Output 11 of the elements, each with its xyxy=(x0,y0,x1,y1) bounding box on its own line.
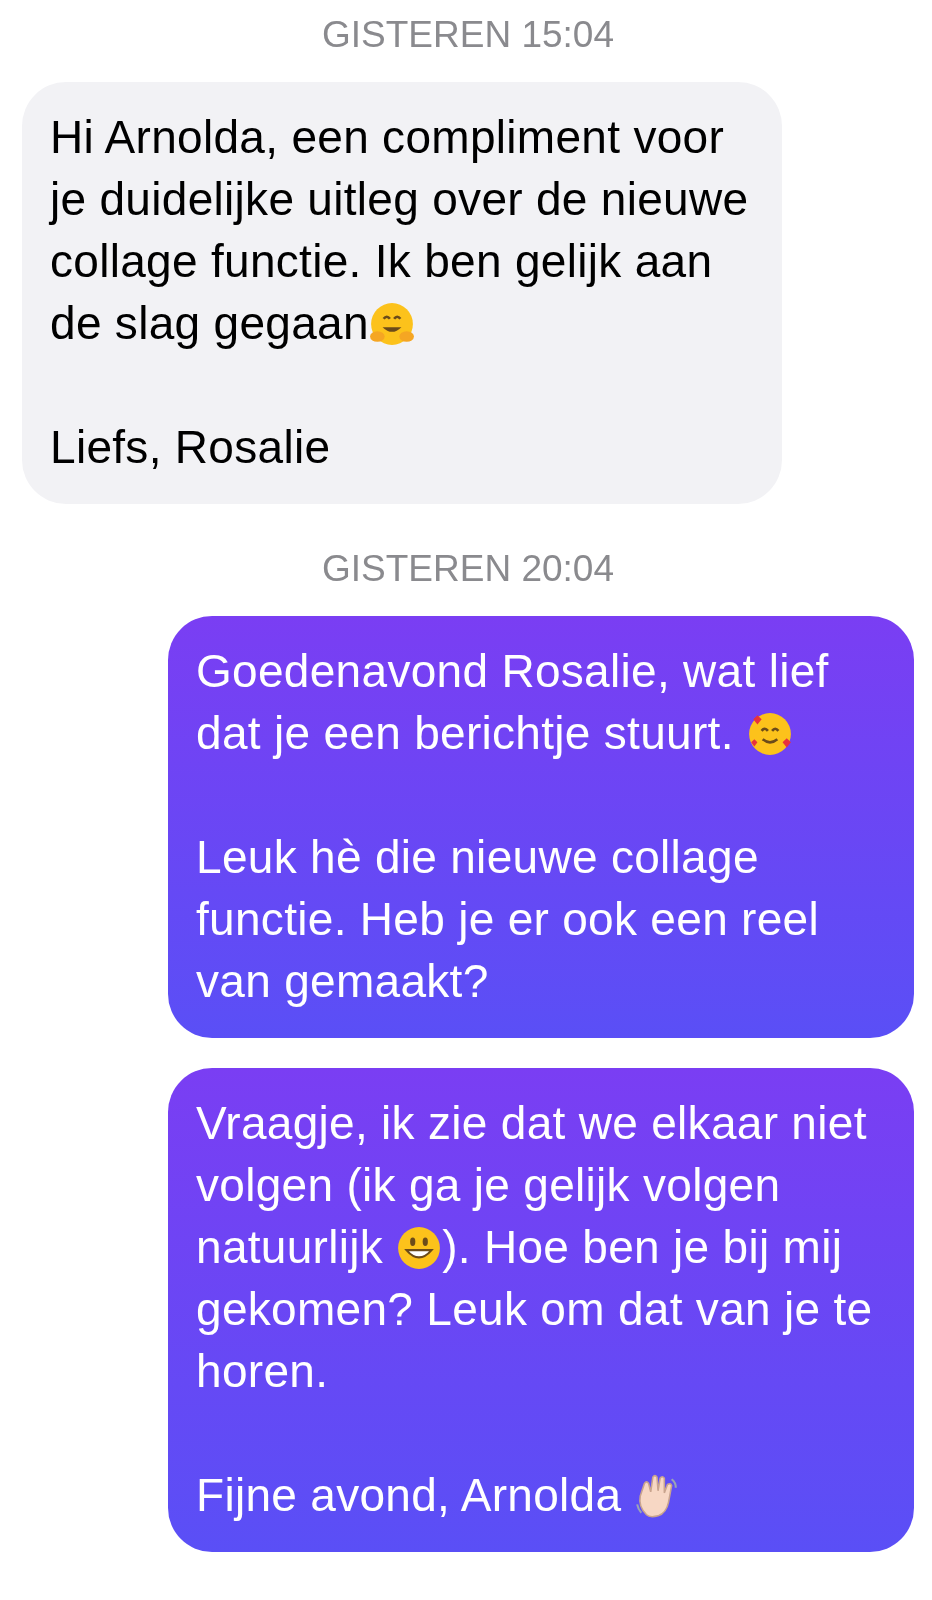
timestamp: GISTEREN 15:04 xyxy=(322,14,614,56)
grinning-face-icon xyxy=(396,1225,443,1271)
message-text: Hi Arnolda, een compliment voor je duidelijke uitleg over de nieuwe collage functie. Ik ben gelijk aan de slag gegaan xyxy=(50,110,750,351)
hugging-face-icon xyxy=(368,301,415,347)
message-text: Leuk hè die nieuwe collage functie. Heb je er ook een reel van gemaakt? xyxy=(196,830,820,1009)
message-text: Vraagje, ik zie dat we elkaar niet volgen (ik ga je gelijk volgen natuurlijk ). Hoe ben je bij mij gekomen? Leuk om dat van je te horen. xyxy=(196,1096,874,1399)
message-text: Fijne avond, Arnolda xyxy=(196,1464,886,1526)
message-text: Goedenavond Rosalie, wat lief dat je een berichtje stuurt. xyxy=(196,644,830,761)
message-text: Liefs, Rosalie xyxy=(50,420,332,475)
smiling-face-with-hearts-icon xyxy=(746,711,793,757)
timestamp: GISTEREN 20:04 xyxy=(322,548,614,590)
